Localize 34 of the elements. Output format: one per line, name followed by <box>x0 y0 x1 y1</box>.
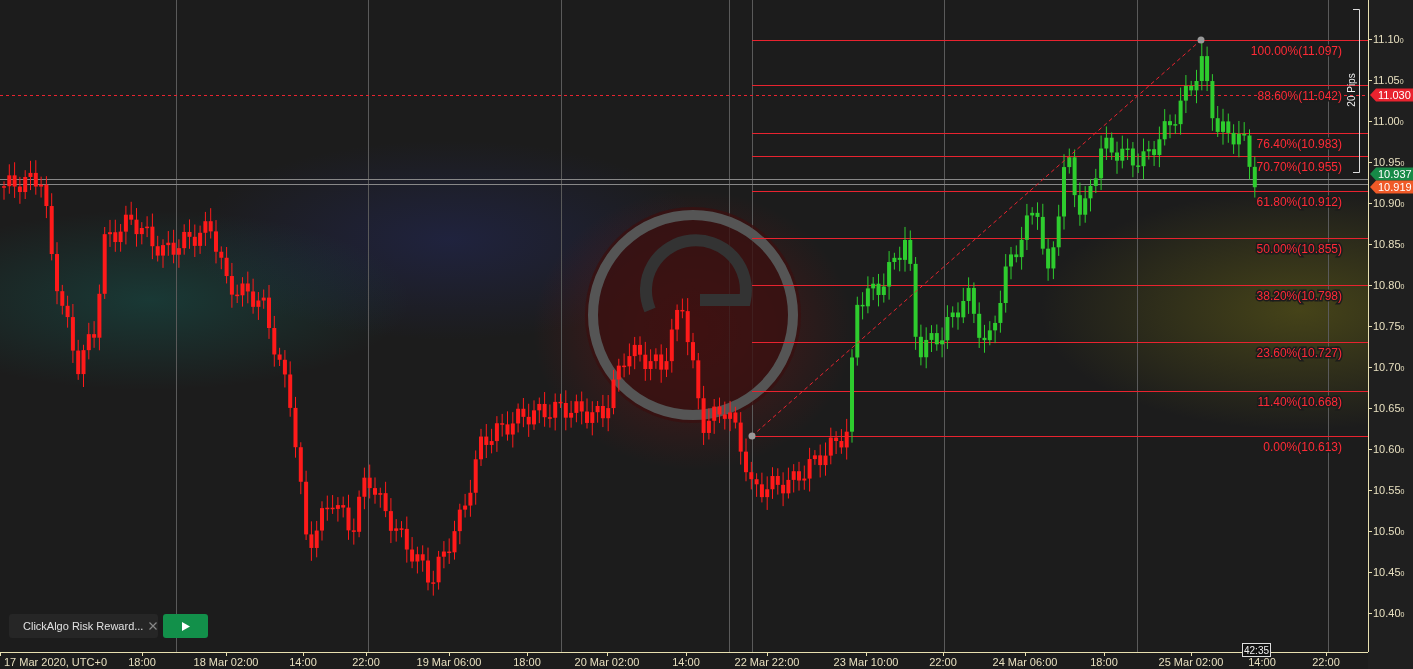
close-icon[interactable] <box>149 622 158 630</box>
time-axis-label: 14:00 <box>672 656 700 668</box>
fibonacci-level-label: 38.20%(10.798) <box>1256 289 1342 303</box>
time-axis-label: 14:00 <box>1248 656 1276 668</box>
fibonacci-level-label: 50.00%(10.855) <box>1256 242 1342 256</box>
time-axis-label: 18:00 <box>128 656 156 668</box>
time-axis-label: 22 Mar 22:00 <box>734 656 800 668</box>
fibonacci-level-label: 0.00%(10.613) <box>1263 440 1342 454</box>
time-axis-label: 14:00 <box>289 656 317 668</box>
time-axis-label: 24 Mar 06:00 <box>992 656 1058 668</box>
fibonacci-level-label: 23.60%(10.727) <box>1256 346 1342 360</box>
play-button[interactable] <box>163 614 208 638</box>
time-axis-label: 17 Mar 2020, UTC+0 <box>4 656 108 668</box>
time-axis-label: 20 Mar 02:00 <box>574 656 640 668</box>
fibonacci-level-label: 61.80%(10.912) <box>1256 195 1342 209</box>
indicator-name: ClickAlgo Risk Reward... <box>23 620 144 632</box>
fibonacci-level-label: 88.60%(11.042) <box>1257 89 1342 103</box>
time-axis-label: 22:00 <box>352 656 380 668</box>
fibonacci-level-label: 76.40%(10.983) <box>1256 137 1342 151</box>
fibonacci-level-label: 100.00%(11.097) <box>1250 44 1342 58</box>
time-axis-label: 18:00 <box>513 656 541 668</box>
time-axis-label: 18:00 <box>1090 656 1118 668</box>
time-axis-label: 22:00 <box>1312 656 1340 668</box>
indicator-chip[interactable]: ClickAlgo Risk Reward... <box>9 614 158 638</box>
time-axis-label: 22:00 <box>929 656 957 668</box>
bar-timer: 42:35 <box>1242 643 1271 657</box>
fibonacci-level-label: 70.70%(10.955) <box>1256 160 1342 174</box>
time-axis-label: 25 Mar 02:00 <box>1158 656 1224 668</box>
time-axis-label: 23 Mar 10:00 <box>833 656 899 668</box>
play-icon <box>181 621 190 631</box>
fibonacci-level-label: 11.40%(10.668) <box>1257 395 1342 409</box>
time-axis-label: 19 Mar 06:00 <box>416 656 482 668</box>
time-axis-label: 18 Mar 02:00 <box>193 656 259 668</box>
pips-label: 20 Pips <box>1346 73 1357 107</box>
